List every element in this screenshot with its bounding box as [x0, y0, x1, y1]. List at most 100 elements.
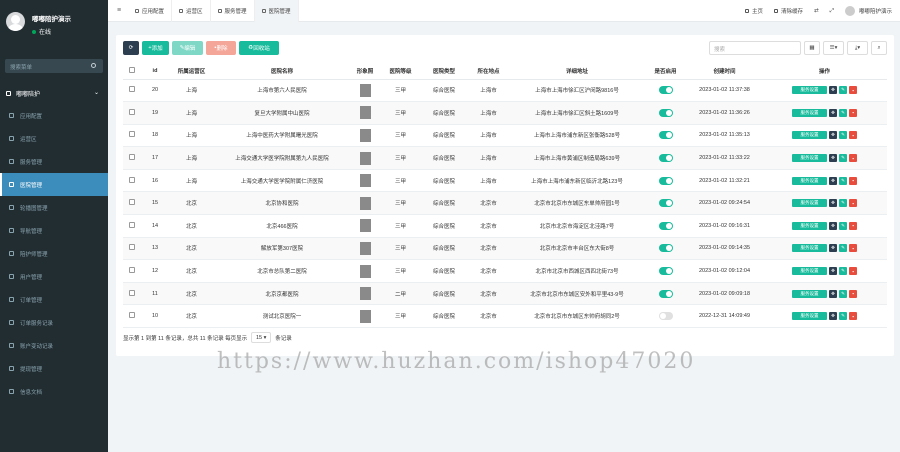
- enabled-toggle[interactable]: [658, 312, 673, 321]
- row-checkbox[interactable]: [123, 214, 141, 238]
- row-checkbox[interactable]: [123, 259, 141, 283]
- sidebar-item-operating-area[interactable]: 运营区: [0, 127, 108, 150]
- search-icon[interactable]: [91, 63, 96, 68]
- cell-image[interactable]: [350, 237, 380, 261]
- drag-handle-icon[interactable]: ✥: [829, 289, 837, 298]
- row-checkbox[interactable]: [123, 124, 141, 148]
- hospital-thumbnail[interactable]: [359, 241, 371, 255]
- cell-enabled[interactable]: [644, 79, 687, 103]
- drag-handle-icon[interactable]: ✥: [829, 312, 837, 321]
- columns-button[interactable]: ☰▾: [823, 41, 844, 55]
- delete-row-icon[interactable]: ▪: [849, 86, 857, 95]
- delete-row-icon[interactable]: ▪: [849, 108, 857, 117]
- service-settings-button[interactable]: 服务设置: [792, 244, 827, 253]
- cell-enabled[interactable]: [644, 169, 687, 193]
- edit-row-icon[interactable]: ✎: [839, 199, 847, 208]
- home-link[interactable]: 主页: [744, 7, 763, 15]
- table-row[interactable]: 11 北京 北京京都医院 二甲 综合医院 北京市 北京市北京市东城区安外和平里43-9号 20…: [123, 282, 887, 306]
- edit-row-icon[interactable]: ✎: [839, 221, 847, 230]
- cell-image[interactable]: [350, 169, 380, 193]
- service-settings-button[interactable]: 服务设置: [792, 86, 827, 95]
- drag-handle-icon[interactable]: ✥: [829, 108, 837, 117]
- enabled-toggle[interactable]: [658, 86, 673, 95]
- delete-row-icon[interactable]: ▪: [849, 267, 857, 276]
- delete-row-icon[interactable]: ▪: [849, 221, 857, 230]
- enabled-toggle[interactable]: [658, 199, 673, 208]
- cell-enabled[interactable]: [644, 259, 687, 283]
- drag-handle-icon[interactable]: ✥: [829, 131, 837, 140]
- delete-row-icon[interactable]: ▪: [849, 289, 857, 298]
- hospital-thumbnail[interactable]: [359, 219, 371, 233]
- tab-operating-area[interactable]: 运营区: [172, 0, 211, 22]
- drag-handle-icon[interactable]: ✥: [829, 199, 837, 208]
- row-checkbox[interactable]: [123, 304, 141, 329]
- edit-row-icon[interactable]: ✎: [839, 289, 847, 298]
- sidebar-item-users[interactable]: 用户管理: [0, 265, 108, 288]
- sidebar-item-app-config[interactable]: 应用配置: [0, 104, 108, 127]
- cell-enabled[interactable]: [644, 237, 687, 261]
- service-settings-button[interactable]: 服务设置: [792, 221, 827, 230]
- hospital-thumbnail[interactable]: [359, 106, 371, 120]
- hospital-thumbnail[interactable]: [359, 174, 371, 188]
- cell-image[interactable]: [350, 304, 380, 329]
- edit-button[interactable]: ✎ 编辑: [172, 41, 203, 55]
- table-row[interactable]: 12 北京 北京市总队第二医院 三甲 综合医院 北京市 北京市北京市西城区西四北街73号 20…: [123, 259, 887, 283]
- add-button[interactable]: + 添加: [142, 41, 169, 55]
- cell-enabled[interactable]: [644, 191, 687, 216]
- row-checkbox[interactable]: [123, 282, 141, 306]
- drag-handle-icon[interactable]: ✥: [829, 267, 837, 276]
- cell-enabled[interactable]: [644, 304, 687, 329]
- cell-image[interactable]: [350, 214, 380, 238]
- edit-row-icon[interactable]: ✎: [839, 154, 847, 163]
- hospital-thumbnail[interactable]: [359, 151, 371, 165]
- hospital-thumbnail[interactable]: [359, 196, 371, 210]
- edit-row-icon[interactable]: ✎: [839, 244, 847, 253]
- edit-row-icon[interactable]: ✎: [839, 108, 847, 117]
- service-settings-button[interactable]: 服务设置: [792, 199, 827, 208]
- drag-handle-icon[interactable]: ✥: [829, 176, 837, 185]
- tab-hospital[interactable]: 医院管理: [254, 0, 299, 22]
- table-row[interactable]: 14 北京 北京466医院 三甲 综合医院 北京市 北京市北京市海淀区北洼路7号 2023-0…: [123, 214, 887, 238]
- delete-button[interactable]: ▪ 删除: [206, 41, 236, 55]
- row-checkbox[interactable]: [123, 191, 141, 216]
- delete-row-icon[interactable]: ▪: [849, 154, 857, 163]
- delete-row-icon[interactable]: ▪: [849, 176, 857, 185]
- enabled-toggle[interactable]: [658, 176, 673, 185]
- cell-enabled[interactable]: [644, 101, 687, 125]
- edit-row-icon[interactable]: ✎: [839, 312, 847, 321]
- cell-enabled[interactable]: [644, 214, 687, 238]
- cell-image[interactable]: [350, 124, 380, 148]
- table-row[interactable]: 16 上海 上海交通大学医学院附属仁济医院 三甲 综合医院 上海市 上海市上海市浦东新区临沂…: [123, 169, 887, 193]
- service-settings-button[interactable]: 服务设置: [792, 176, 827, 185]
- view-toggle-button[interactable]: ▦: [804, 41, 820, 55]
- edit-row-icon[interactable]: ✎: [839, 267, 847, 276]
- service-settings-button[interactable]: 服务设置: [792, 154, 827, 163]
- delete-row-icon[interactable]: ▪: [849, 244, 857, 253]
- drag-handle-icon[interactable]: ✥: [829, 244, 837, 253]
- sidebar-item-docs[interactable]: 信息文档: [0, 380, 108, 403]
- hospital-thumbnail[interactable]: [359, 264, 371, 278]
- sidebar-item-orders[interactable]: 订单管理: [0, 288, 108, 311]
- service-settings-button[interactable]: 服务设置: [792, 312, 827, 321]
- page-size-select[interactable]: 15 ▾: [251, 332, 272, 343]
- enabled-toggle[interactable]: [658, 244, 673, 253]
- delete-row-icon[interactable]: ▪: [849, 312, 857, 321]
- row-checkbox[interactable]: [123, 79, 141, 103]
- enabled-toggle[interactable]: [658, 289, 673, 298]
- drag-handle-icon[interactable]: ✥: [829, 221, 837, 230]
- refresh-button[interactable]: ⟳: [123, 41, 139, 55]
- enabled-toggle[interactable]: [658, 154, 673, 163]
- cell-image[interactable]: [350, 101, 380, 125]
- select-all-checkbox[interactable]: [123, 64, 141, 80]
- sidebar-item-withdraw[interactable]: 提现管理: [0, 357, 108, 380]
- user-menu[interactable]: 嘟嘟陪护演示: [844, 6, 892, 16]
- clear-cache-button[interactable]: 清除缓存: [773, 7, 803, 15]
- service-settings-button[interactable]: 服务设置: [792, 131, 827, 140]
- drag-handle-icon[interactable]: ✥: [829, 86, 837, 95]
- row-checkbox[interactable]: [123, 169, 141, 193]
- sidebar-item-hospital[interactable]: 医院管理: [0, 173, 108, 196]
- language-icon[interactable]: ⇄: [814, 8, 819, 14]
- sidebar-item-navigation[interactable]: 导航管理: [0, 219, 108, 242]
- sidebar-item-service[interactable]: 服务管理: [0, 150, 108, 173]
- cell-enabled[interactable]: [644, 146, 687, 170]
